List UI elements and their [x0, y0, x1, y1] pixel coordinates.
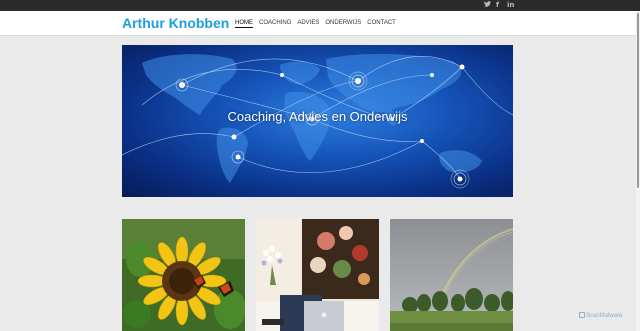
sunflower-image — [122, 219, 245, 331]
twitter-icon[interactable] — [484, 1, 491, 10]
hero-title: Coaching, Advies en Onderwijs — [227, 109, 408, 124]
hero-banner: Coaching, Advies en Onderwijs — [122, 45, 513, 197]
rainbow-image — [390, 219, 513, 331]
nav-item-advies[interactable]: ADVIES — [297, 20, 319, 28]
scanmalware-label: ScanMalware — [586, 313, 623, 319]
page-scrollbar[interactable] — [636, 11, 640, 331]
card-sunflower[interactable] — [122, 219, 245, 331]
top-bar: f in — [0, 0, 640, 11]
scrollbar-thumb[interactable] — [637, 13, 639, 188]
linkedin-icon[interactable]: in — [507, 1, 514, 10]
nav-item-onderwijs[interactable]: ONDERWIJS — [325, 20, 361, 28]
site-header: Arthur Knobben HOME COACHING ADVIES ONDE… — [0, 11, 636, 36]
scanmalware-badge[interactable]: ScanMalware — [579, 312, 622, 320]
office-image — [256, 219, 379, 331]
nav-item-coaching[interactable]: COACHING — [259, 20, 291, 28]
card-office[interactable] — [256, 219, 379, 331]
nav-item-contact[interactable]: CONTACT — [367, 20, 396, 28]
shield-icon — [579, 312, 585, 318]
card-rainbow[interactable] — [390, 219, 513, 331]
nav-item-home[interactable]: HOME — [235, 20, 253, 28]
main-nav: HOME COACHING ADVIES ONDERWIJS CONTACT — [235, 20, 396, 28]
site-title[interactable]: Arthur Knobben — [122, 14, 229, 32]
facebook-icon[interactable]: f — [496, 1, 499, 10]
